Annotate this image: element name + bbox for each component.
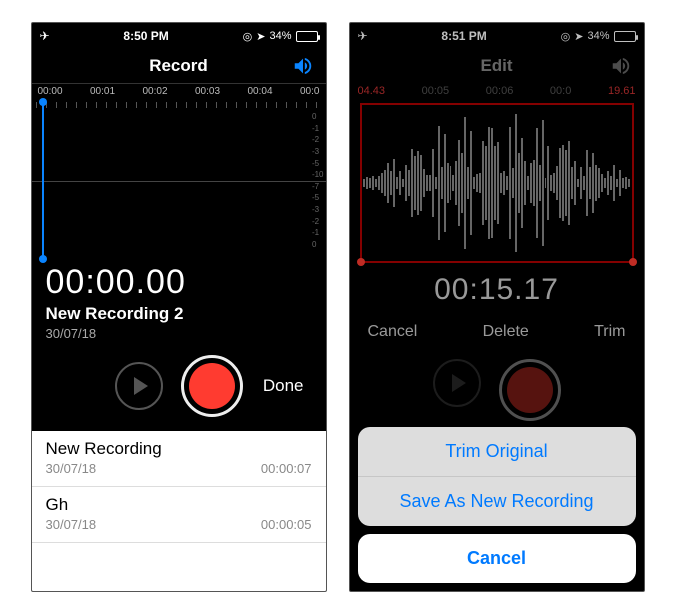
elapsed-time: 00:00.00 (32, 253, 326, 304)
battery-icon (296, 31, 318, 42)
location-icon: ➤ (256, 30, 265, 43)
recording-date: 30/07/18 (32, 326, 326, 351)
list-item-date: 30/07/18 (46, 517, 97, 532)
status-right: ◎ ➤ 34% (243, 30, 318, 43)
db-scale: 0-1-2-3-5-10-7-5-3-2-10 (312, 108, 324, 253)
trim-original-option[interactable]: Trim Original (358, 427, 636, 477)
action-sheet-backdrop[interactable]: Trim Original Save As New Recording Canc… (350, 23, 644, 591)
speaker-button[interactable] (292, 55, 314, 82)
action-sheet: Trim Original Save As New Recording (358, 427, 636, 526)
status-bar: ✈ 8:50 PM ◎ ➤ 34% (32, 23, 326, 49)
list-item[interactable]: New Recording 30/07/18 00:00:07 (32, 431, 326, 487)
save-as-new-option[interactable]: Save As New Recording (358, 477, 636, 526)
done-button[interactable]: Done (263, 376, 304, 396)
compass-icon: ◎ (243, 30, 253, 43)
play-button[interactable] (115, 362, 163, 410)
status-time: 8:50 PM (123, 29, 168, 43)
speaker-icon (292, 55, 314, 77)
phone-edit-screen: ✈ 8:51 PM ◎ ➤ 34% Edit 04.43 00:05 00:06… (349, 22, 645, 592)
action-sheet-cancel[interactable]: Cancel (358, 534, 636, 583)
list-item-title: New Recording (46, 439, 312, 459)
recording-name[interactable]: New Recording 2 (32, 304, 326, 326)
timeline-ticks: 00:00 00:01 00:02 00:03 00:04 00:0 (32, 84, 326, 102)
waveform-empty: 0-1-2-3-5-10-7-5-3-2-10 (32, 108, 326, 253)
tick-label: 00:04 (248, 86, 273, 102)
record-controls: Done (32, 351, 326, 431)
list-item-date: 30/07/18 (46, 461, 97, 476)
list-item-duration: 00:00:07 (261, 461, 312, 476)
battery-percent: 34% (269, 30, 291, 42)
recordings-list: New Recording 30/07/18 00:00:07 Gh 30/07/… (32, 431, 326, 591)
tick-label: 00:03 (195, 86, 220, 102)
airplane-mode-icon: ✈ (40, 29, 50, 43)
record-button[interactable] (181, 355, 243, 417)
playhead[interactable] (42, 102, 44, 259)
header-title: Record (149, 56, 208, 76)
phone-record-screen: ✈ 8:50 PM ◎ ➤ 34% Record 00:00 00:01 00:… (31, 22, 327, 592)
record-icon (189, 363, 235, 409)
list-item-duration: 00:00:05 (261, 517, 312, 532)
screen-header: Record (32, 49, 326, 83)
list-item-title: Gh (46, 495, 312, 515)
tick-label: 00:0 (300, 86, 319, 102)
tick-label: 00:01 (90, 86, 115, 102)
timeline[interactable]: 00:00 00:01 00:02 00:03 00:04 00:0 0-1-2… (32, 83, 326, 253)
play-icon (134, 377, 148, 395)
list-item[interactable]: Gh 30/07/18 00:00:05 (32, 487, 326, 543)
tick-label: 00:02 (143, 86, 168, 102)
